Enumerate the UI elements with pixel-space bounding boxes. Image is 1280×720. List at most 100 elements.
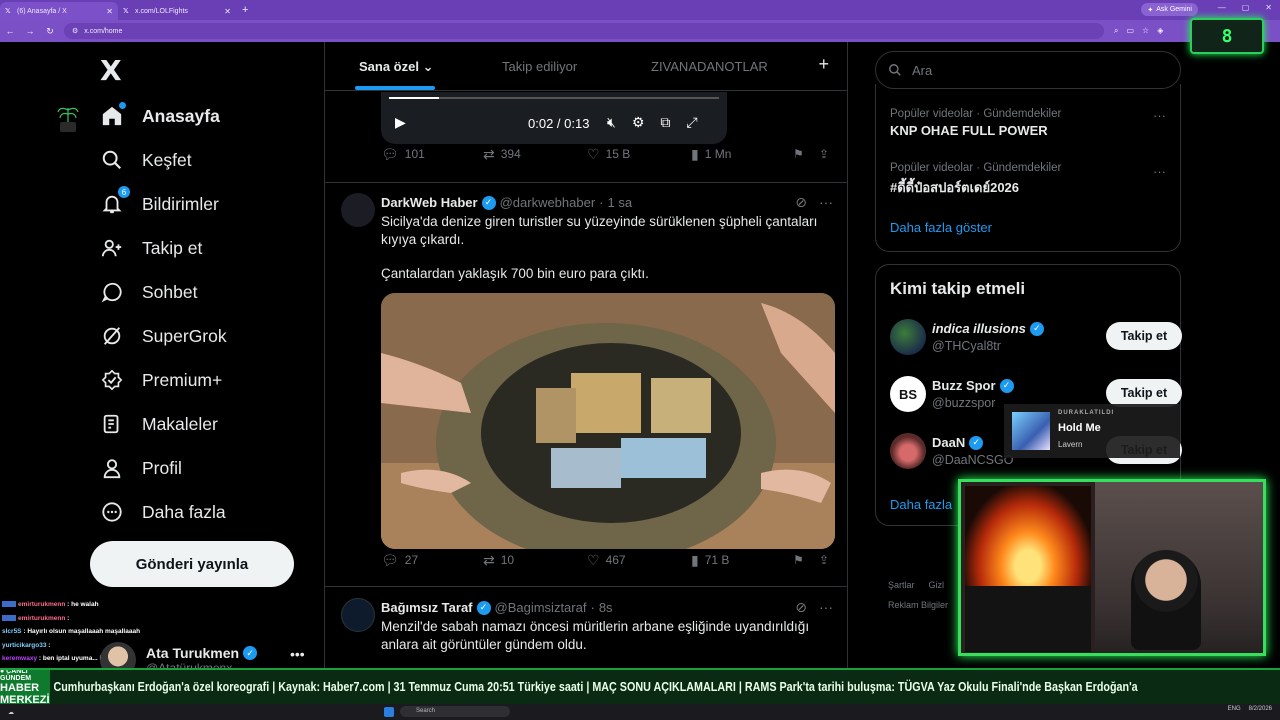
tab-close-icon[interactable]: ✕	[106, 7, 113, 16]
zoom-icon[interactable]: ⌕	[1114, 26, 1118, 36]
sidebar-item-follow[interactable]: Takip et	[100, 236, 202, 260]
views-button[interactable]: ▮ 1 Mn	[691, 146, 731, 163]
follow-button[interactable]: Takip et	[1106, 322, 1182, 350]
post-button[interactable]: Gönderi yayınla	[90, 541, 294, 587]
browser-tab-home[interactable]: 𝕏 (6) Anasayfa / X ✕	[0, 2, 118, 20]
like-button[interactable]: ♡ 467	[587, 552, 626, 569]
reply-button[interactable]: 💬︎ 27	[381, 552, 418, 569]
footer-link[interactable]: Reklam Bilgiler	[888, 600, 948, 610]
grok-icon[interactable]: ⊘	[795, 599, 807, 616]
site-info-icon[interactable]: ⚙	[72, 27, 78, 35]
suggestion-name[interactable]: DaaN ✓	[932, 435, 984, 450]
retweet-button[interactable]: ⇄ 394	[483, 146, 521, 163]
video-player[interactable]: ▶ 0:02 / 0:13 🔇︎ ⚙ ⧉ ⤢	[381, 92, 727, 144]
back-icon[interactable]: ←	[0, 26, 20, 36]
sidebar-item-label: Makaleler	[142, 413, 218, 434]
weather-icon[interactable]: ☁	[8, 709, 14, 716]
tweet-time[interactable]: 1 sa	[608, 195, 633, 210]
suggestion-name[interactable]: indica illusions ✓	[932, 321, 1044, 336]
bookmark-icon[interactable]: ⚑	[793, 147, 804, 161]
reply-button[interactable]: 💬︎ 101	[381, 146, 425, 163]
start-icon[interactable]	[384, 707, 394, 717]
more-dots-icon[interactable]: •••	[290, 646, 305, 662]
author-name[interactable]: DarkWeb Haber	[381, 195, 478, 210]
tweet-header: DarkWeb Haber ✓ @darkwebhaber · 1 sa	[381, 195, 633, 210]
reload-icon[interactable]: ↻	[40, 26, 60, 37]
suggestion-name[interactable]: Buzz Spor ✓	[932, 378, 1014, 393]
trend-item[interactable]: Popüler videolar · Gündemdekiler KNP OHA…	[890, 108, 1061, 138]
views-button[interactable]: ▮ 71 B	[691, 552, 729, 569]
divider	[325, 586, 847, 587]
author-handle[interactable]: @darkwebhaber	[500, 195, 596, 210]
video-progress-bar[interactable]	[389, 97, 719, 99]
close-window-icon[interactable]: ✕	[1265, 3, 1272, 12]
browser-tab-lolfights[interactable]: 𝕏 x.com/LOLFights ✕	[118, 2, 236, 20]
sidebar-item-premium[interactable]: Premium+	[100, 368, 222, 392]
trend-name: KNP OHAE FULL POWER	[890, 123, 1048, 138]
tab-title: (6) Anasayfa / X	[17, 7, 67, 15]
new-tab-icon[interactable]: +	[242, 4, 248, 16]
tab-following[interactable]: Takip ediliyor	[502, 59, 577, 74]
minimize-icon[interactable]: —	[1218, 3, 1226, 12]
sidebar-item-chat[interactable]: Sohbet	[100, 280, 197, 304]
url-field[interactable]: ⚙ x.com/home	[64, 23, 1104, 39]
plant-overlay-icon	[57, 107, 79, 132]
more-dots-icon[interactable]: ···	[1153, 164, 1166, 179]
grok-icon[interactable]: ⊘	[795, 194, 807, 211]
ask-gemini-button[interactable]: ✦ Ask Gemini	[1141, 3, 1198, 16]
show-more-link[interactable]: Daha fazla göster	[890, 220, 992, 235]
show-more-link[interactable]: Daha fazla	[890, 497, 952, 512]
taskbar-search[interactable]: Search	[400, 706, 510, 717]
video-progress-fill	[389, 97, 439, 99]
x-logo-icon[interactable]: X	[100, 54, 122, 87]
forward-icon[interactable]: →	[20, 26, 40, 36]
sidebar-item-articles[interactable]: Makaleler	[100, 412, 218, 436]
share-icon[interactable]: ⇪	[819, 553, 829, 567]
sidebar-item-supergrok[interactable]: SuperGrok	[100, 324, 227, 348]
follow-button[interactable]: Takip et	[1106, 379, 1182, 407]
mute-icon[interactable]: 🔇︎	[607, 114, 616, 131]
avatar[interactable]	[890, 319, 926, 355]
cast-icon[interactable]: ▭	[1126, 26, 1134, 36]
avatar[interactable]: BS	[890, 376, 926, 412]
bookmark-star-icon[interactable]: ☆	[1142, 26, 1149, 36]
add-tab-icon[interactable]: +	[818, 54, 829, 75]
avatar[interactable]	[341, 598, 375, 632]
avatar[interactable]	[890, 433, 926, 469]
play-icon[interactable]: ▶	[395, 114, 406, 131]
sidebar-item-notifications[interactable]: 6 Bildirimler	[100, 186, 219, 216]
tab-list[interactable]: ZIVANADANOTLAR	[651, 59, 768, 74]
tweet-image[interactable]	[381, 293, 835, 549]
footer-link[interactable]: Gizl	[929, 580, 945, 590]
sidebar-item-profile[interactable]: Profil	[100, 456, 182, 480]
maximize-icon[interactable]: ▢	[1242, 3, 1250, 12]
tweet-time[interactable]: 8s	[599, 600, 613, 615]
language-indicator[interactable]: ENG	[1228, 706, 1241, 712]
more-dots-icon[interactable]: ···	[819, 599, 833, 616]
share-icon[interactable]: ⇪	[819, 147, 829, 161]
footer-link[interactable]: Şartlar	[888, 580, 915, 590]
sidebar-item-more[interactable]: Daha fazla	[100, 500, 226, 524]
tab-for-you[interactable]: Sana özel ⌄	[359, 59, 433, 75]
fullscreen-icon[interactable]: ⤢	[686, 114, 697, 131]
author-handle[interactable]: @Bagimsiztaraf	[495, 600, 587, 615]
pip-icon[interactable]: ⧉	[660, 114, 670, 131]
clock[interactable]: 8/2/2026	[1249, 706, 1272, 712]
sidebar-item-home[interactable]: Anasayfa	[100, 102, 220, 128]
retweet-button[interactable]: ⇄ 10	[483, 552, 514, 569]
extensions-icon[interactable]: ◈	[1157, 26, 1163, 36]
more-dots-icon[interactable]: ···	[1153, 108, 1166, 123]
more-dots-icon[interactable]: ···	[819, 194, 833, 211]
tweet-text: Çantalardan yaklaşık 700 bin euro para ç…	[381, 266, 649, 281]
settings-icon[interactable]: ⚙	[632, 114, 645, 131]
avatar[interactable]	[341, 193, 375, 227]
now-playing-artist: Lavern	[1058, 440, 1083, 449]
trend-item[interactable]: Popüler videolar · Gündemdekiler #ดี้ดี้…	[890, 162, 1061, 198]
like-button[interactable]: ♡ 15 B	[587, 146, 630, 163]
tab-close-icon[interactable]: ✕	[224, 7, 231, 16]
trend-name: #ดี้ดี้ป๋อสปอร์ตเดย์2026	[890, 180, 1020, 195]
author-name[interactable]: Bağımsız Taraf	[381, 600, 473, 615]
sidebar-item-explore[interactable]: Keşfet	[100, 148, 192, 172]
bookmark-icon[interactable]: ⚑	[793, 553, 804, 567]
follow-suggestion[interactable]: indica illusions ✓ @THCyal8tr Takip et	[890, 319, 1182, 359]
